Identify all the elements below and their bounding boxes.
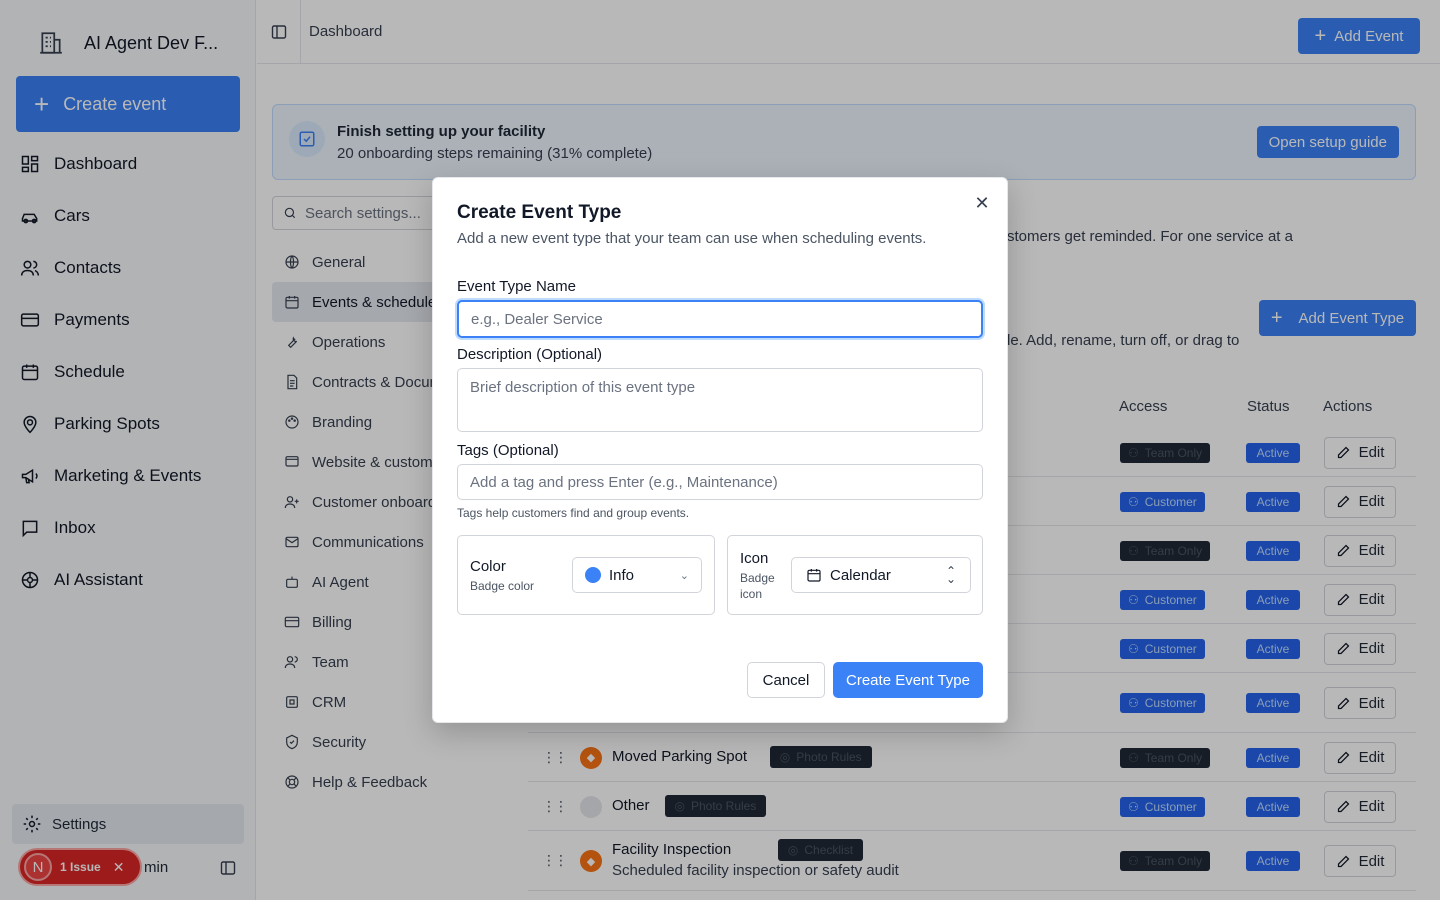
color-field: Color Badge color Info ⌄ bbox=[457, 535, 715, 615]
color-swatch bbox=[585, 567, 601, 583]
event-type-name-label: Event Type Name bbox=[457, 278, 576, 295]
color-value: Info bbox=[609, 566, 635, 584]
chevron-up-down-icon: ⌃ ⌄ bbox=[945, 564, 956, 586]
icon-value: Calendar bbox=[830, 566, 891, 584]
color-sublabel: Badge color bbox=[470, 579, 535, 593]
close-icon[interactable]: ✕ bbox=[973, 194, 991, 212]
chevron-down-icon: ⌄ bbox=[679, 569, 689, 582]
tags-input[interactable] bbox=[457, 464, 983, 500]
dialog-subtitle: Add a new event type that your team can … bbox=[457, 230, 927, 247]
icon-select[interactable]: Calendar ⌃ ⌄ bbox=[791, 557, 971, 593]
event-type-name-input[interactable] bbox=[457, 300, 983, 338]
description-label: Description (Optional) bbox=[457, 346, 603, 363]
description-textarea[interactable] bbox=[457, 368, 983, 432]
cancel-button[interactable]: Cancel bbox=[747, 662, 825, 698]
icon-sublabel-1: Badge bbox=[740, 571, 775, 585]
tags-hint: Tags help customers find and group event… bbox=[457, 506, 690, 520]
create-event-type-button[interactable]: Create Event Type bbox=[833, 662, 983, 698]
color-label: Color bbox=[470, 558, 506, 575]
dialog-title: Create Event Type bbox=[457, 202, 622, 223]
icon-field: Icon Badge icon Calendar ⌃ ⌄ bbox=[727, 535, 983, 615]
icon-sublabel-2: icon bbox=[740, 587, 763, 601]
tags-label: Tags (Optional) bbox=[457, 442, 559, 459]
color-select[interactable]: Info ⌄ bbox=[572, 557, 702, 593]
calendar-icon bbox=[807, 569, 821, 582]
create-event-type-dialog: ✕ Create Event Type Add a new event type… bbox=[432, 177, 1008, 723]
icon-label: Icon bbox=[740, 550, 769, 567]
